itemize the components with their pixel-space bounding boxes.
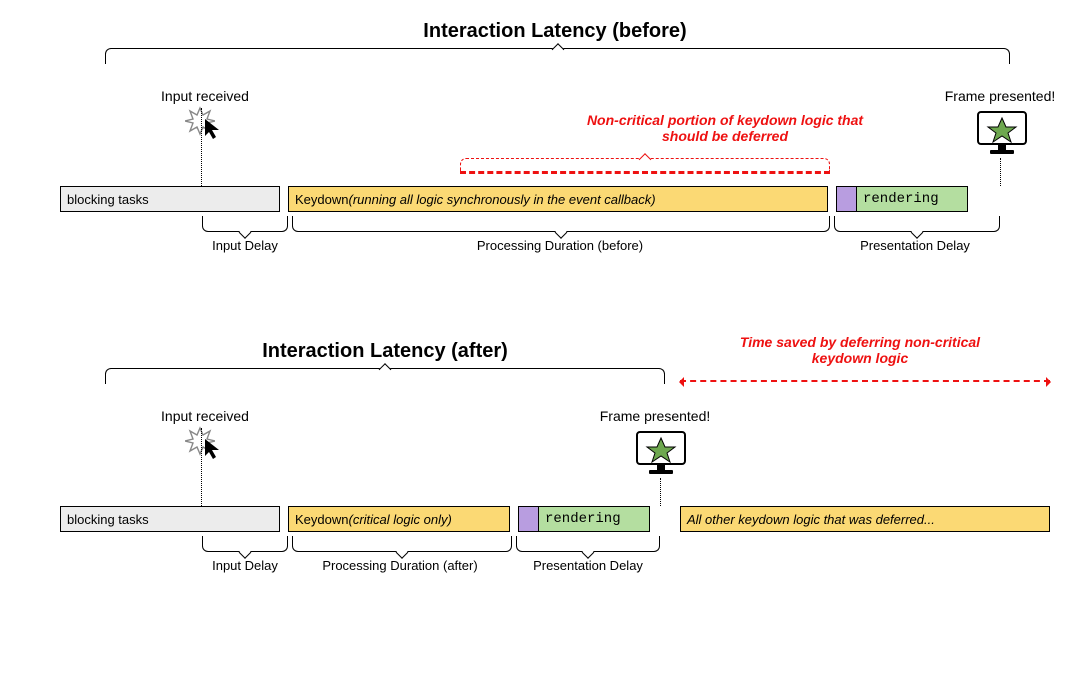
keydown-italic-after: (critical logic only) [348, 512, 451, 527]
arrow-time-saved [680, 380, 1050, 382]
brace-presentation-after [516, 536, 660, 552]
label-input-received-after: Input received [150, 408, 260, 424]
bar-render-before: rendering [856, 186, 968, 212]
bar-blocking-before-text: blocking tasks [67, 192, 149, 207]
dotted-line-frame-before [1000, 158, 1001, 186]
phase-presentation-before: Presentation Delay [830, 238, 1000, 253]
brace-noncritical [460, 158, 830, 174]
brace-presentation-before [834, 216, 1000, 232]
brace-processing-before [292, 216, 830, 232]
bar-render-after-text: rendering [545, 511, 621, 527]
red-note-before-text: Non-critical portion of keydown logic th… [587, 112, 863, 144]
bar-deferred-after-text: All other keydown logic that was deferre… [687, 512, 935, 527]
brace-processing-after [292, 536, 512, 552]
title-before: Interaction Latency (before) [100, 20, 1010, 43]
phase-processing-after: Processing Duration (after) [300, 558, 500, 573]
bar-row-before: blocking tasks Keydown (running all logi… [60, 186, 1030, 212]
brace-overall-after [105, 368, 665, 384]
bar-blocking-after: blocking tasks [60, 506, 280, 532]
brace-input-delay-after [202, 536, 288, 552]
label-frame-presented-before: Frame presented! [935, 88, 1065, 104]
label-frame-presented-after: Frame presented! [590, 408, 720, 424]
dotted-line-input-before [201, 108, 202, 186]
phase-presentation-after: Presentation Delay [510, 558, 666, 573]
red-note-after-text: Time saved by deferring non-critical key… [740, 334, 980, 366]
keydown-italic-before: (running all logic synchronously in the … [348, 192, 655, 207]
diagram-before: Interaction Latency (before) Input recei… [30, 20, 1041, 300]
red-note-after: Time saved by deferring non-critical key… [720, 334, 1000, 366]
gap [658, 506, 672, 532]
phase-input-delay-after: Input Delay [200, 558, 290, 573]
bar-render-after: rendering [538, 506, 650, 532]
monitor-icon-after [635, 430, 687, 478]
cursor-icon-before [204, 118, 222, 145]
phase-processing-before: Processing Duration (before) [460, 238, 660, 253]
brace-overall-before [105, 48, 1010, 64]
bar-deferred-after: All other keydown logic that was deferre… [680, 506, 1050, 532]
brace-input-delay-before [202, 216, 288, 232]
red-note-before: Non-critical portion of keydown logic th… [570, 112, 880, 144]
label-input-received-before: Input received [150, 88, 260, 104]
phase-input-delay-before: Input Delay [200, 238, 290, 253]
dotted-line-input-after [201, 428, 202, 506]
bar-keydown-after: Keydown (critical logic only) [288, 506, 510, 532]
keydown-prefix-after: Keydown [295, 512, 348, 527]
bar-render-before-text: rendering [863, 191, 939, 207]
bar-blocking-before: blocking tasks [60, 186, 280, 212]
title-after: Interaction Latency (after) [120, 340, 650, 363]
keydown-prefix-before: Keydown [295, 192, 348, 207]
cursor-icon-after [204, 438, 222, 465]
dotted-line-frame-after [660, 478, 661, 506]
diagram-after: Interaction Latency (after) Time saved b… [30, 340, 1041, 640]
bar-blocking-after-text: blocking tasks [67, 512, 149, 527]
monitor-icon-before [976, 110, 1028, 158]
bar-row-after: blocking tasks Keydown (critical logic o… [60, 506, 1060, 532]
bar-keydown-before: Keydown (running all logic synchronously… [288, 186, 828, 212]
